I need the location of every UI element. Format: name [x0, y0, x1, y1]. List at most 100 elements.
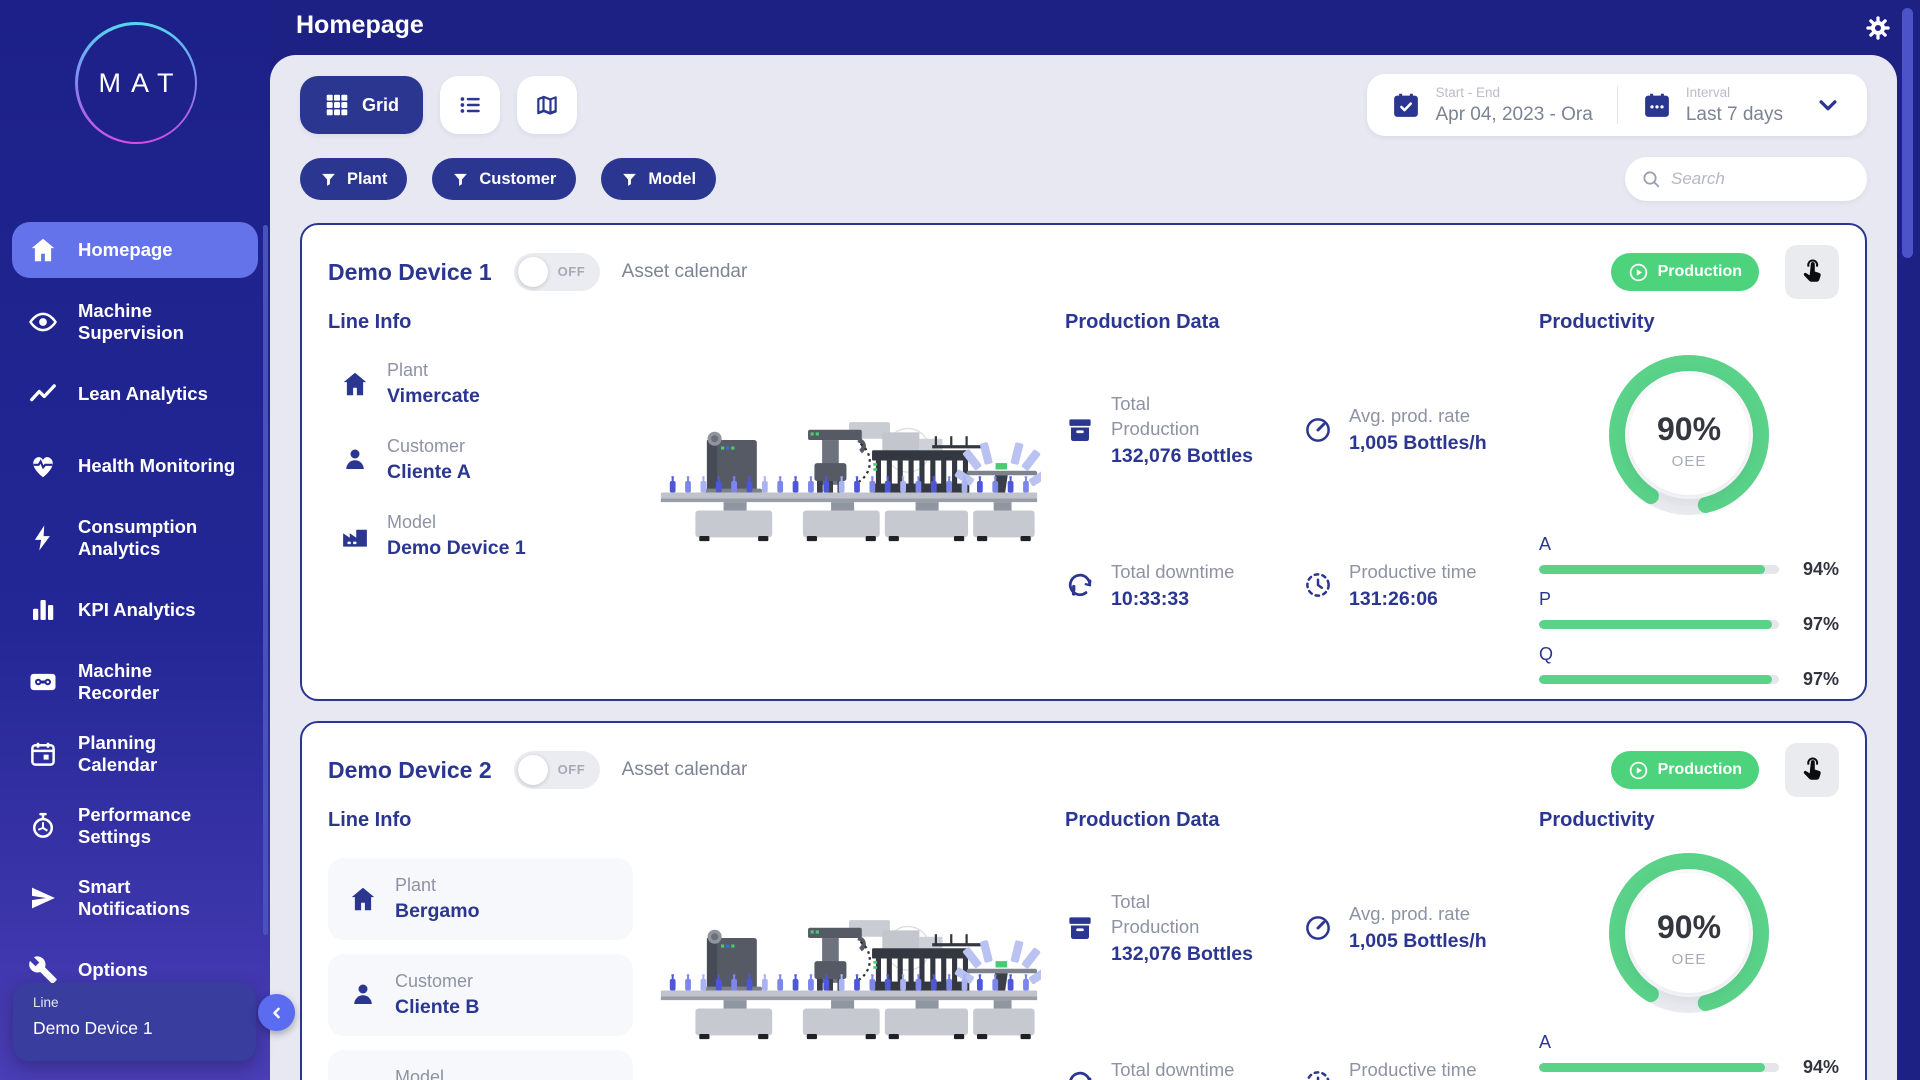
- production-status-label: Production: [1658, 761, 1742, 779]
- view-grid-button[interactable]: Grid: [300, 76, 423, 134]
- date-range-pill: Start - End Apr 04, 2023 - Ora Interval …: [1367, 74, 1867, 136]
- map-icon: [534, 92, 560, 118]
- productivity-title: Productivity: [1539, 809, 1839, 832]
- tap-hand-icon: [1798, 258, 1826, 286]
- home-icon: [348, 884, 378, 914]
- toolbar: Grid Start - End Apr 04, 2023 - Ora: [300, 75, 1867, 135]
- toggle-state-label: OFF: [558, 264, 586, 279]
- search-input[interactable]: [1671, 169, 1851, 189]
- toggle-state-label: OFF: [558, 762, 586, 777]
- filter-customer-label: Customer: [479, 170, 556, 189]
- oee-label: OEE: [1672, 951, 1707, 968]
- filter-model-label: Model: [648, 170, 696, 189]
- interval-value: Last 7 days: [1686, 104, 1783, 126]
- view-map-button[interactable]: [517, 76, 577, 134]
- sidebar-item-label: Options: [78, 959, 148, 981]
- asset-calendar-label[interactable]: Asset calendar: [622, 759, 748, 781]
- line-info-section: Line Info PlantVimercate CustomerCliente…: [328, 311, 633, 699]
- brand-logo: MAT: [75, 22, 197, 144]
- production-status-badge[interactable]: Production: [1611, 253, 1759, 291]
- productivity-title: Productivity: [1539, 311, 1839, 334]
- date-range-picker[interactable]: Start - End Apr 04, 2023 - Ora: [1367, 85, 1616, 126]
- toggle-knob: [518, 257, 548, 287]
- line-info-row-model: ModelDemo Device 2: [328, 1050, 633, 1080]
- sidebar-item-kpi-analytics[interactable]: KPI Analytics: [12, 582, 258, 638]
- sidebar-collapse-button[interactable]: [258, 994, 295, 1031]
- availability-bar: A 94%: [1539, 534, 1839, 580]
- filter-plant-button[interactable]: Plant: [300, 158, 407, 200]
- device-card-header: Demo Device 1 OFF Asset calendar Product…: [302, 225, 1865, 307]
- oee-gauge: 90% OEE: [1539, 838, 1839, 1028]
- device-card-2[interactable]: Demo Device 2 OFF Asset calendar Product…: [300, 721, 1867, 1080]
- filter-customer-button[interactable]: Customer: [432, 158, 576, 200]
- view-list-button[interactable]: [440, 76, 500, 134]
- production-data-section: Production Data Total Production132,076 …: [1065, 311, 1515, 699]
- production-status-badge[interactable]: Production: [1611, 751, 1759, 789]
- machine-illustration: [657, 393, 1041, 569]
- oee-label: OEE: [1672, 453, 1707, 470]
- asset-calendar-toggle[interactable]: OFF: [514, 751, 600, 789]
- page-scrollbar[interactable]: [1902, 8, 1913, 258]
- sidebar-item-label: Machine Recorder: [78, 660, 236, 704]
- asset-calendar-label[interactable]: Asset calendar: [622, 261, 748, 283]
- clock-rotate-icon: [1065, 1068, 1095, 1080]
- calendar-icon: [28, 739, 58, 769]
- sidebar-item-label: Performance Settings: [78, 804, 236, 848]
- asset-calendar-toggle[interactable]: OFF: [514, 253, 600, 291]
- sidebar-item-consumption-analytics[interactable]: Consumption Analytics: [12, 510, 258, 566]
- sidebar-scrollbar[interactable]: [263, 225, 268, 935]
- total-production-stat: Total Production132,076 Bottles: [1065, 890, 1277, 966]
- sidebar-item-label: Smart Notifications: [78, 876, 236, 920]
- performance-bar: P 97%: [1539, 589, 1839, 635]
- sidebar-item-machine-recorder[interactable]: Machine Recorder: [12, 654, 258, 710]
- line-info-row-plant: PlantBergamo: [328, 858, 633, 940]
- funnel-icon: [320, 171, 337, 188]
- sidebar-item-label: Health Monitoring: [78, 455, 235, 477]
- production-data-title: Production Data: [1065, 809, 1515, 832]
- oee-value: 90%: [1657, 909, 1721, 945]
- tap-hand-icon: [1798, 756, 1826, 784]
- sidebar-item-label: Lean Analytics: [78, 383, 208, 405]
- sidebar-item-performance-settings[interactable]: Performance Settings: [12, 798, 258, 854]
- main-content: Grid Start - End Apr 04, 2023 - Ora: [270, 55, 1897, 1080]
- line-info-section: Line Info PlantBergamo CustomerCliente B: [328, 809, 633, 1080]
- sidebar: MAT Homepage Machine Supervision Lean An…: [0, 0, 270, 1080]
- gear-icon[interactable]: [1864, 14, 1892, 42]
- sidebar-item-machine-supervision[interactable]: Machine Supervision: [12, 294, 258, 350]
- funnel-icon: [452, 171, 469, 188]
- date-range-label: Start - End: [1435, 85, 1592, 100]
- factory-icon: [348, 1076, 378, 1080]
- sidebar-item-lean-analytics[interactable]: Lean Analytics: [12, 366, 258, 422]
- filter-model-button[interactable]: Model: [601, 158, 716, 200]
- bar-chart-icon: [28, 595, 58, 625]
- clock-dashed-icon: [1303, 570, 1333, 600]
- production-data-title: Production Data: [1065, 311, 1515, 334]
- trend-line-icon: [28, 379, 58, 409]
- sidebar-item-homepage[interactable]: Homepage: [12, 222, 258, 278]
- sidebar-item-label: Homepage: [78, 239, 173, 261]
- line-info-row-plant: PlantVimercate: [328, 360, 633, 408]
- machine-illustration: [657, 891, 1041, 1067]
- device-card-header: Demo Device 2 OFF Asset calendar Product…: [302, 723, 1865, 805]
- machine-illustration-wrap: [657, 311, 1041, 699]
- home-icon: [340, 369, 370, 399]
- device-card-1[interactable]: Demo Device 1 OFF Asset calendar Product…: [300, 223, 1867, 701]
- tap-action-button[interactable]: [1785, 245, 1839, 299]
- sidebar-item-label: Consumption Analytics: [78, 516, 236, 560]
- eye-icon: [28, 307, 58, 337]
- interval-select[interactable]: Interval Last 7 days: [1618, 85, 1867, 126]
- sidebar-item-health-monitoring[interactable]: Health Monitoring: [12, 438, 258, 494]
- sidebar-nav: Homepage Machine Supervision Lean Analyt…: [0, 222, 270, 1014]
- line-info-row-customer: CustomerCliente B: [328, 954, 633, 1036]
- sidebar-item-smart-notifications[interactable]: Smart Notifications: [12, 870, 258, 926]
- tap-action-button[interactable]: [1785, 743, 1839, 797]
- view-toggle-group: Grid: [300, 76, 577, 134]
- productivity-section: Productivity 90% OEE A 94%: [1539, 311, 1839, 699]
- productive-time-stat: Productive time131:26:06: [1303, 560, 1515, 611]
- calendar-interval-icon: [1642, 90, 1672, 120]
- play-circle-icon: [1628, 262, 1649, 283]
- brand-logo-text: MAT: [89, 68, 184, 99]
- line-info-title: Line Info: [328, 809, 633, 832]
- sidebar-item-planning-calendar[interactable]: Planning Calendar: [12, 726, 258, 782]
- line-tooltip-label: Line: [33, 995, 236, 1010]
